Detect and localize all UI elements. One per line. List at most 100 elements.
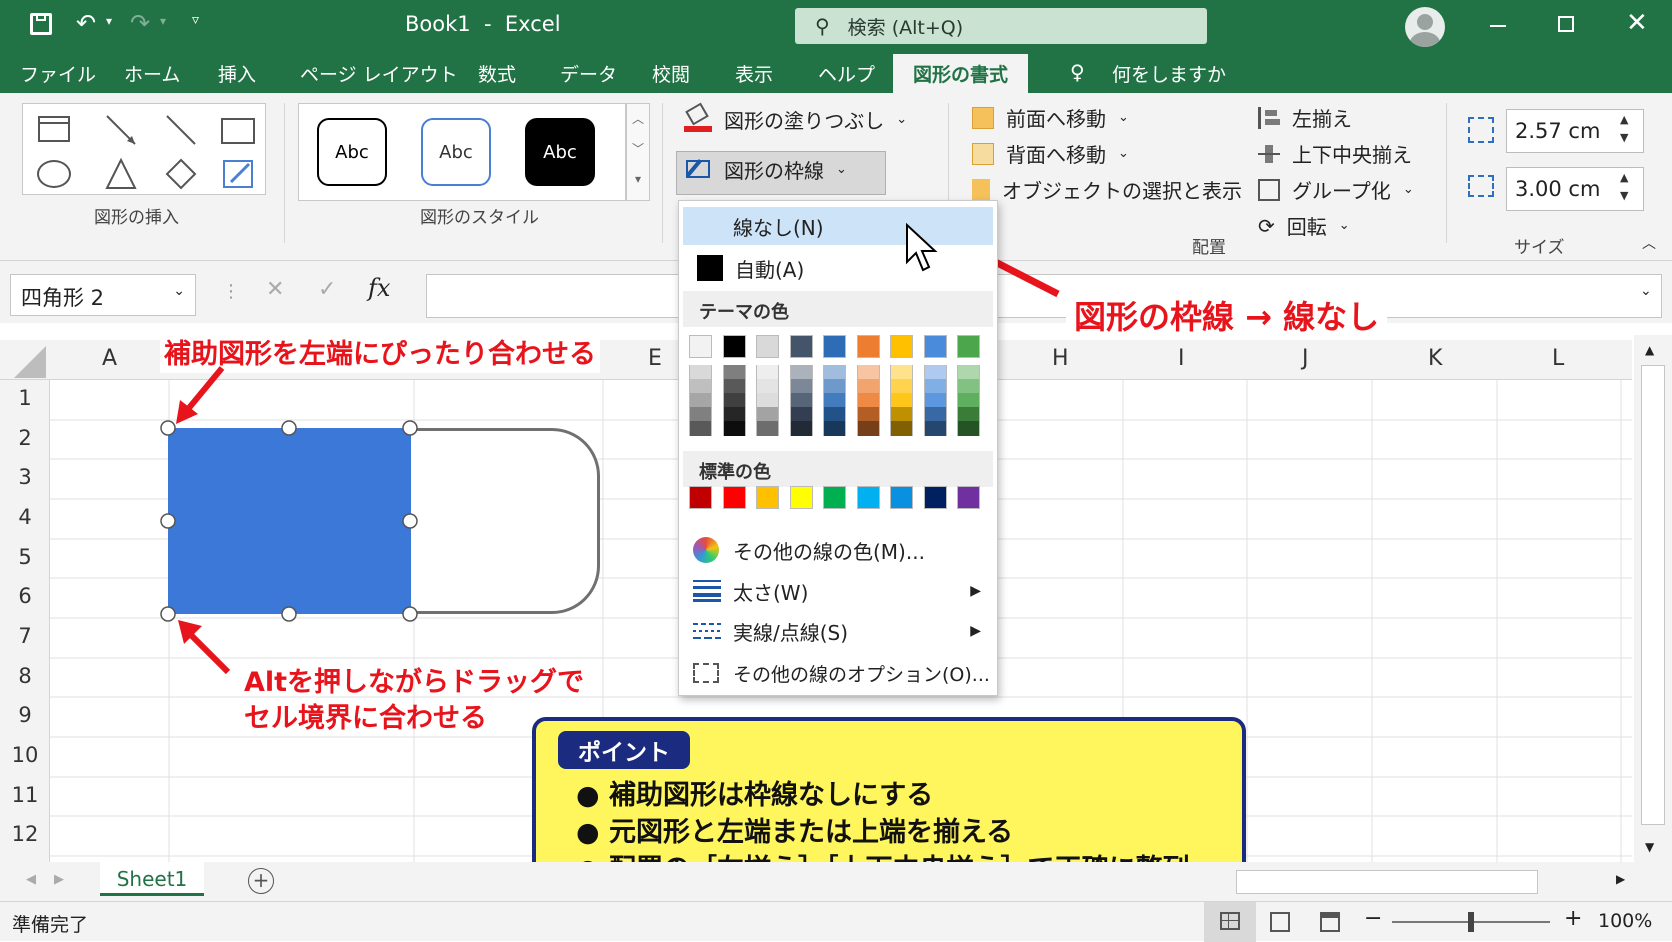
theme-color-swatch[interactable] — [923, 379, 947, 394]
sheet-tab-sheet1[interactable]: Sheet1 — [100, 862, 204, 896]
scroll-down-icon[interactable]: ▼ — [1645, 840, 1654, 854]
theme-color-swatch[interactable] — [789, 407, 813, 422]
theme-color-swatch[interactable] — [923, 335, 947, 358]
row-header[interactable]: 11 — [0, 783, 50, 807]
chevron-down-icon[interactable]: ⌄ — [173, 283, 185, 299]
row-header[interactable]: 6 — [0, 584, 50, 608]
add-sheet-icon[interactable]: + — [248, 868, 274, 894]
theme-color-swatch[interactable] — [856, 407, 880, 422]
search-box[interactable]: ⚲ 検索 (Alt+Q) — [795, 8, 1207, 44]
close-icon[interactable]: ✕ — [1626, 8, 1648, 38]
theme-color-swatch[interactable] — [923, 407, 947, 422]
col-header[interactable]: H — [1052, 346, 1069, 371]
avatar[interactable] — [1405, 7, 1445, 47]
theme-color-swatch[interactable] — [923, 393, 947, 408]
minimize-icon[interactable] — [1490, 25, 1506, 27]
standard-color-swatch[interactable] — [756, 486, 779, 509]
spin-arrows[interactable]: ▲ ▼ — [1620, 111, 1628, 147]
tab-data[interactable]: データ — [560, 60, 617, 87]
shape-fill-button[interactable]: 図形の塗りつぶし ⌄ — [684, 102, 907, 134]
vertical-scrollbar[interactable]: ▲ ▼ — [1634, 335, 1672, 862]
row-header[interactable]: 3 — [0, 465, 50, 489]
maximize-icon[interactable] — [1558, 16, 1574, 32]
theme-color-swatch[interactable] — [789, 421, 813, 436]
theme-color-swatch[interactable] — [722, 407, 746, 422]
theme-color-swatch[interactable] — [756, 407, 779, 422]
theme-color-swatch[interactable] — [923, 365, 947, 380]
rectangle-shape-icon[interactable] — [219, 110, 259, 150]
sheet-nav-right-icon[interactable]: ▶ — [54, 872, 64, 887]
menu-item-dashes[interactable]: 実線/点線(S) ▶ — [679, 611, 997, 651]
tab-page-layout[interactable]: ページ レイアウト — [300, 60, 458, 87]
theme-color-swatch[interactable] — [722, 421, 746, 436]
theme-color-swatch[interactable] — [789, 393, 813, 408]
selection-pane-button[interactable]: オブジェクトの選択と表示 — [972, 175, 1242, 204]
scroll-up-icon[interactable]: ▲ — [1645, 343, 1654, 357]
theme-color-swatch[interactable] — [856, 379, 880, 394]
row-header[interactable]: 5 — [0, 545, 50, 569]
diamond-shape-icon[interactable] — [161, 154, 201, 194]
theme-color-swatch[interactable] — [823, 379, 846, 394]
zoom-in-button[interactable]: + — [1564, 906, 1582, 931]
chevron-up-icon[interactable]: ︿ — [627, 104, 649, 134]
menu-item-more-colors[interactable]: その他の線の色(M)... — [679, 531, 997, 569]
theme-color-swatch[interactable] — [856, 421, 880, 436]
theme-color-swatch[interactable] — [689, 393, 712, 408]
tab-insert[interactable]: 挿入 — [218, 60, 256, 87]
theme-color-swatch[interactable] — [722, 365, 746, 380]
theme-color-swatch[interactable] — [689, 335, 712, 358]
textbox-shape-icon[interactable] — [35, 110, 75, 150]
scroll-right-icon[interactable]: ▶ — [1616, 872, 1625, 886]
theme-color-swatch[interactable] — [823, 393, 846, 408]
name-box[interactable]: 四角形 2 ⌄ — [10, 274, 196, 316]
send-backward-button[interactable]: 背面へ移動 ⌄ — [972, 139, 1129, 168]
theme-color-swatch[interactable] — [957, 421, 980, 436]
theme-color-swatch[interactable] — [823, 365, 846, 380]
tab-formulas[interactable]: 数式 — [478, 60, 516, 87]
page-layout-view-icon[interactable] — [1270, 912, 1290, 932]
row-header[interactable]: 2 — [0, 426, 50, 450]
collapse-ribbon-icon[interactable]: ︿ — [1642, 233, 1656, 253]
menu-item-more-options[interactable]: その他の線のオプション(O)... — [679, 653, 997, 693]
theme-color-swatch[interactable] — [890, 335, 913, 358]
more-icon[interactable]: ▾ — [627, 164, 649, 194]
row-header[interactable]: 12 — [0, 822, 50, 846]
group-button[interactable]: グループ化 ⌄ — [1258, 175, 1414, 204]
row-header[interactable]: 1 — [0, 386, 50, 410]
theme-color-swatch[interactable] — [789, 335, 813, 358]
expand-formula-icon[interactable]: ⌄ — [1640, 283, 1652, 299]
theme-color-swatch[interactable] — [789, 379, 813, 394]
selection-handles[interactable] — [158, 418, 422, 624]
theme-color-swatch[interactable] — [689, 365, 712, 380]
theme-color-swatch[interactable] — [756, 379, 779, 394]
theme-color-swatch[interactable] — [722, 379, 746, 394]
theme-color-swatch[interactable] — [722, 393, 746, 408]
normal-view-icon[interactable] — [1204, 902, 1256, 942]
col-header[interactable]: A — [102, 346, 117, 371]
tab-home[interactable]: ホーム — [124, 60, 180, 87]
style-outline-blue[interactable]: Abc — [421, 118, 491, 186]
tab-help[interactable]: ヘルプ — [818, 60, 875, 87]
theme-color-swatch[interactable] — [957, 335, 980, 358]
align-middle-button[interactable]: 上下中央揃え — [1258, 139, 1412, 168]
theme-color-swatch[interactable] — [689, 421, 712, 436]
style-outline-black[interactable]: Abc — [317, 118, 387, 186]
tab-view[interactable]: 表示 — [735, 60, 773, 87]
col-header[interactable]: E — [648, 346, 662, 371]
enter-formula-icon[interactable]: ✓ — [318, 277, 336, 302]
horizontal-scrollbar[interactable] — [1236, 870, 1538, 894]
row-header[interactable]: 10 — [0, 743, 50, 767]
theme-color-swatch[interactable] — [823, 335, 846, 358]
theme-color-swatch[interactable] — [756, 365, 779, 380]
theme-color-swatch[interactable] — [856, 393, 880, 408]
theme-color-swatch[interactable] — [756, 393, 779, 408]
col-header[interactable]: I — [1178, 346, 1185, 371]
save-icon[interactable] — [30, 13, 52, 35]
theme-color-swatch[interactable] — [957, 407, 980, 422]
tell-me-box[interactable]: 何をしますか — [1112, 60, 1226, 87]
insert-function-icon[interactable]: fx — [368, 274, 390, 302]
edit-shape-icon[interactable] — [219, 154, 259, 194]
theme-color-swatch[interactable] — [689, 379, 712, 394]
page-break-view-icon[interactable] — [1320, 912, 1340, 932]
theme-color-swatch[interactable] — [689, 407, 712, 422]
